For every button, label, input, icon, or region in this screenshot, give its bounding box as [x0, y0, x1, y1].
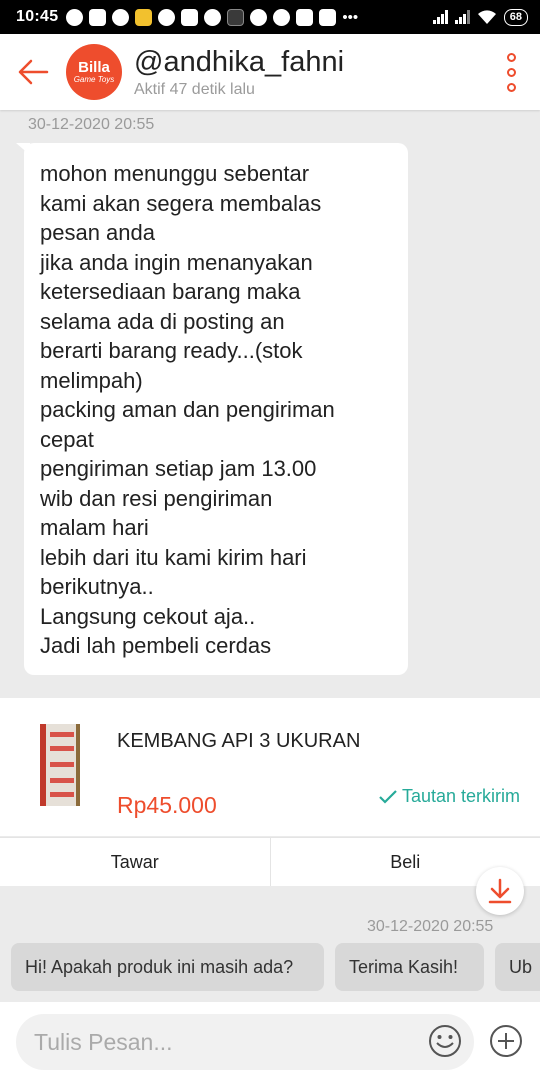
- product-thumbnail[interactable]: [40, 724, 80, 806]
- status-bar: 10:45 ••• 68: [0, 0, 540, 34]
- download-arrow-icon: [488, 878, 512, 904]
- product-card[interactable]: KEMBANG API 3 UKURAN Rp45.000 Tautan ter…: [0, 698, 540, 836]
- more-notifications-icon: •••: [342, 8, 359, 26]
- product-actions: Tawar Beli: [0, 837, 540, 886]
- message-input-container[interactable]: [16, 1014, 474, 1070]
- facebook-icon: [66, 8, 84, 26]
- contact-name: @andhika_fahni: [134, 46, 345, 78]
- signal-icon-2: [454, 10, 470, 24]
- offer-button[interactable]: Tawar: [0, 838, 270, 886]
- ring-app-icon: [204, 8, 222, 26]
- signal-icon: [432, 10, 448, 24]
- quick-reply-chip[interactable]: Terima Kasih!: [335, 943, 484, 991]
- back-button[interactable]: [0, 34, 66, 110]
- link-sent-label: Tautan terkirim: [401, 786, 520, 806]
- message-input-bar: [0, 1002, 540, 1080]
- link-sent-status: Tautan terkirim: [378, 786, 520, 807]
- notification-icons: •••: [66, 8, 359, 26]
- clock: 10:45: [16, 8, 59, 25]
- contact-status: Aktif 47 detik lalu: [134, 81, 255, 98]
- avatar[interactable]: Billa Game Toys: [66, 44, 122, 100]
- emoji-icon[interactable]: [428, 1024, 462, 1058]
- gmail-icon: [181, 8, 199, 26]
- star-app-icon: [250, 8, 268, 26]
- scroll-down-button[interactable]: [476, 867, 524, 915]
- avatar-logo-subtext: Game Toys: [73, 75, 115, 84]
- news-app-icon: [227, 8, 245, 26]
- gmail-icon-2: [319, 8, 337, 26]
- plus-circle-icon[interactable]: [489, 1024, 523, 1058]
- product-price: Rp45.000: [117, 792, 217, 818]
- app-yellow-icon: [135, 8, 153, 26]
- avatar-logo-text: Billa: [78, 59, 110, 76]
- tiktok-icon: [273, 8, 291, 26]
- arrow-left-icon: [18, 59, 49, 85]
- check-icon: [379, 789, 397, 804]
- system-indicators: 68: [432, 8, 528, 26]
- quick-reply-chip[interactable]: Hi! Apakah produk ini masih ada?: [11, 943, 324, 991]
- message-timestamp-2: 30-12-2020 20:55: [367, 918, 494, 935]
- app-icon: [89, 8, 107, 26]
- wifi-icon: [477, 10, 496, 24]
- kebab-menu-icon[interactable]: [482, 34, 540, 110]
- twitter-icon: [112, 8, 130, 26]
- contact-info[interactable]: @andhika_fahni Aktif 47 detik lalu: [134, 45, 482, 99]
- quick-reply-chip[interactable]: Ub: [495, 943, 540, 991]
- camera-app-icon: [296, 8, 314, 26]
- quick-replies: Hi! Apakah produk ini masih ada? Terima …: [0, 938, 540, 1000]
- product-title: KEMBANG API 3 UKURAN: [117, 730, 361, 752]
- battery-indicator: 68: [503, 8, 528, 26]
- message-input[interactable]: [34, 1026, 414, 1058]
- circle-app-icon: [158, 8, 176, 26]
- message-timestamp: 30-12-2020 20:55: [28, 116, 155, 133]
- chat-header: Billa Game Toys @andhika_fahni Aktif 47 …: [0, 34, 540, 110]
- message-bubble[interactable]: mohon menunggu sebentar kami akan segera…: [24, 143, 408, 675]
